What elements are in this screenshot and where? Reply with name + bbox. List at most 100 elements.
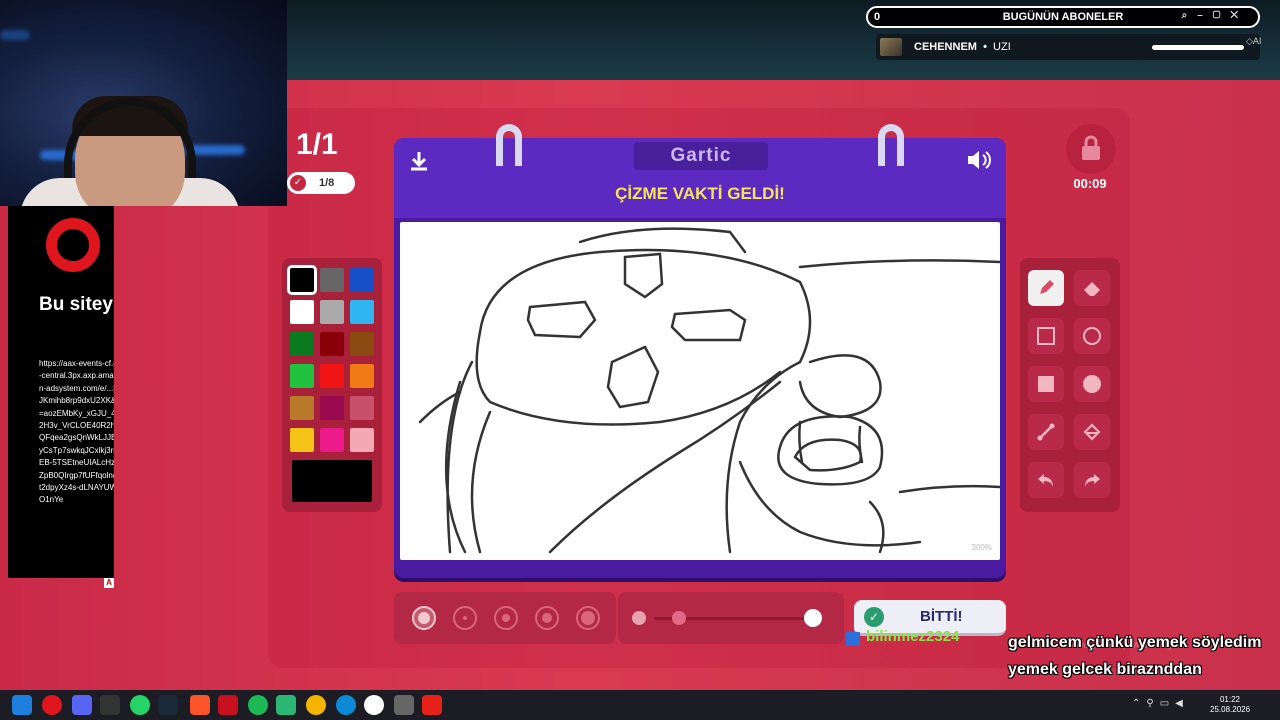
- filled-rectangle-tool[interactable]: [1028, 366, 1064, 402]
- app-icon[interactable]: [100, 695, 120, 715]
- binder-ring: [878, 124, 904, 166]
- fill-tool[interactable]: [1074, 414, 1110, 450]
- rect-fill-icon: [1038, 376, 1054, 392]
- ad-badge[interactable]: A: [104, 578, 114, 588]
- eraser-icon: [1084, 282, 1100, 296]
- color-swatch[interactable]: [320, 396, 344, 420]
- chat-badge-icon: [846, 632, 860, 646]
- ad-url: https://aax-events-cf.eu-central.3px.axp…: [39, 359, 114, 505]
- color-swatch[interactable]: [350, 364, 374, 388]
- opacity-slider[interactable]: [618, 592, 844, 644]
- brave-icon[interactable]: [190, 695, 210, 715]
- subscriber-progress: [1152, 45, 1244, 50]
- spotify-icon[interactable]: [248, 695, 268, 715]
- redo-button[interactable]: [1074, 462, 1110, 498]
- brush-size-option[interactable]: [494, 606, 518, 630]
- line-tool[interactable]: [1028, 414, 1064, 450]
- avatar: [880, 38, 902, 56]
- pencil-tool[interactable]: [1028, 270, 1064, 306]
- tool-panel: [1020, 258, 1120, 512]
- edge-icon[interactable]: [336, 695, 356, 715]
- turn-text: 1/8: [319, 177, 335, 189]
- rectangle-tool[interactable]: [1028, 318, 1064, 354]
- sound-icon[interactable]: [966, 148, 992, 172]
- clock[interactable]: 01:22 25.08.2026: [1210, 695, 1250, 715]
- ellipse-tool[interactable]: [1074, 318, 1110, 354]
- brush-size-selector: [394, 592, 616, 644]
- color-swatch[interactable]: [320, 428, 344, 452]
- done-label: BİTTİ!: [920, 608, 963, 625]
- color-swatch[interactable]: [350, 300, 374, 324]
- timer: 00:09: [1073, 176, 1107, 191]
- yandex-icon[interactable]: [364, 695, 384, 715]
- color-swatch[interactable]: [350, 396, 374, 420]
- system-tray[interactable]: ⌃⚲▭◀: [1132, 698, 1189, 709]
- circle-fill-icon: [1083, 375, 1101, 393]
- lock-button[interactable]: [1066, 124, 1116, 174]
- color-swatch[interactable]: [350, 332, 374, 356]
- chat-message: gelmicem çünkü yemek söyledim yemek gelc…: [1008, 634, 1262, 678]
- color-swatch[interactable]: [350, 268, 374, 292]
- selected-color-preview: [292, 460, 372, 502]
- color-swatch[interactable]: [320, 268, 344, 292]
- binder-ring: [496, 124, 522, 166]
- brush-size-option[interactable]: [453, 606, 477, 630]
- check-icon: ✓: [290, 175, 306, 191]
- color-swatch[interactable]: [320, 332, 344, 356]
- download-icon[interactable]: [408, 150, 430, 172]
- check-icon: ✓: [864, 607, 884, 627]
- app-icon[interactable]: [276, 695, 296, 715]
- board-header: Gartic ÇİZME VAKTİ GELDİ!: [394, 138, 1006, 218]
- line-icon: [1037, 423, 1055, 441]
- brush-size-option[interactable]: [412, 606, 436, 630]
- status-message: ÇİZME VAKTİ GELDİ!: [615, 184, 785, 203]
- turn-badge: ✓ 1/8: [287, 172, 355, 194]
- taskbar: ⌃⚲▭◀ 01:22 25.08.2026: [0, 690, 1280, 720]
- undo-button[interactable]: [1028, 462, 1064, 498]
- brush-size-option[interactable]: [576, 606, 600, 630]
- slider-handle[interactable]: [672, 611, 686, 625]
- round-counter: 1/1: [296, 128, 338, 161]
- color-swatch[interactable]: [290, 300, 314, 324]
- youtube-icon[interactable]: [422, 695, 442, 715]
- brush-size-option[interactable]: [535, 606, 559, 630]
- filled-ellipse-tool[interactable]: [1074, 366, 1110, 402]
- webcam-feed: [0, 0, 287, 206]
- opera-ad[interactable]: Bu sitey ulaşılan https://aax-events-cf.…: [8, 206, 114, 578]
- drawing-canvas[interactable]: 300%: [400, 222, 1000, 560]
- slider-min-icon: [632, 611, 646, 625]
- color-swatch[interactable]: [350, 428, 374, 452]
- redo-icon: [1085, 474, 1100, 487]
- slider-max-icon: [804, 609, 822, 627]
- color-palette: [282, 258, 382, 512]
- color-swatch[interactable]: [290, 364, 314, 388]
- discord-icon[interactable]: [72, 695, 92, 715]
- color-swatch[interactable]: [290, 396, 314, 420]
- chrome-icon[interactable]: [306, 695, 326, 715]
- steam-icon[interactable]: [158, 695, 178, 715]
- app-icon[interactable]: [218, 695, 238, 715]
- color-swatch[interactable]: [287, 265, 317, 295]
- subscribers-widget: 0 BUGÜNÜN ABONELER ⌕–▢✕: [866, 6, 1260, 28]
- sketch-drawing: [418, 227, 1000, 554]
- color-swatch[interactable]: [320, 300, 344, 324]
- lock-icon: [1082, 135, 1100, 160]
- undo-icon: [1038, 474, 1053, 487]
- color-swatch[interactable]: [290, 428, 314, 452]
- color-swatch[interactable]: [320, 364, 344, 388]
- pencil-icon: [1040, 280, 1054, 294]
- color-swatch[interactable]: [290, 332, 314, 356]
- window-controls-icon[interactable]: ⌕–▢✕: [1182, 10, 1248, 21]
- settings-icon[interactable]: [394, 695, 414, 715]
- zoom-level: 300%: [971, 543, 992, 552]
- fill-bucket-icon: [1083, 423, 1101, 441]
- gartic-logo: Gartic: [634, 142, 768, 170]
- chat-username: bilinmez2324: [866, 628, 960, 645]
- opera-logo: [46, 218, 100, 272]
- drawing-board: Gartic ÇİZME VAKTİ GELDİ! 300%: [394, 124, 1006, 578]
- whatsapp-icon[interactable]: [130, 695, 150, 715]
- windows-start-icon[interactable]: [12, 695, 32, 715]
- subscriber-row: CEHENNEM • UZI ◇AI: [876, 34, 1261, 60]
- eraser-tool[interactable]: [1074, 270, 1110, 306]
- opera-icon[interactable]: [42, 695, 62, 715]
